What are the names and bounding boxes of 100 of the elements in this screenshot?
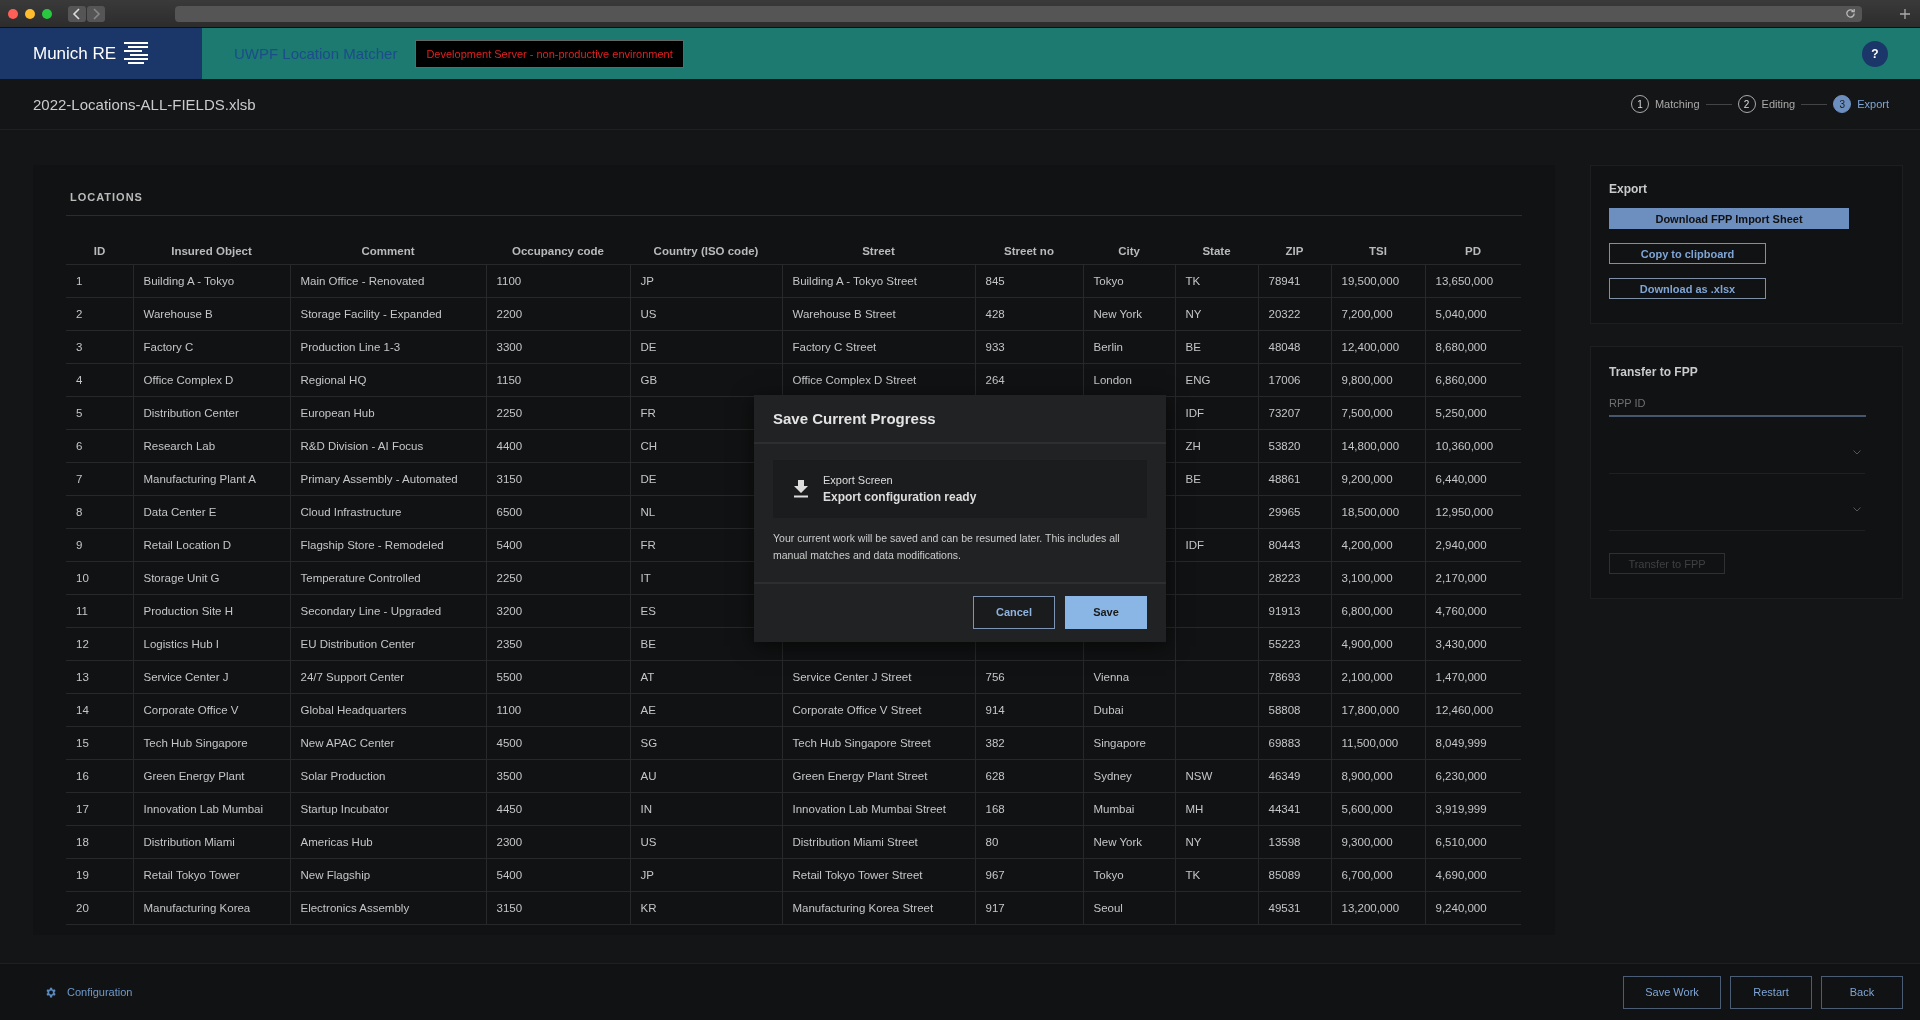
table-cell: Manufacturing Korea — [143, 902, 251, 914]
table-cell: Singapore — [1093, 737, 1146, 749]
column-header: ID — [66, 238, 133, 265]
table-cell: 20 — [76, 902, 89, 914]
table-cell: 15 — [76, 737, 89, 749]
panel-title: Export — [1609, 182, 1647, 196]
dialog-title: Save Current Progress — [754, 395, 1166, 444]
table-cell: Secondary Line - Upgraded — [300, 605, 442, 617]
table-cell: SG — [640, 737, 658, 749]
table-cell: 9,300,000 — [1341, 836, 1393, 848]
table-cell: 6,230,000 — [1435, 770, 1487, 782]
column-header: Country (ISO code) — [630, 238, 782, 265]
table-cell: 80 — [985, 836, 999, 848]
table-cell: 20322 — [1268, 308, 1301, 320]
table-cell: 6500 — [496, 506, 523, 518]
table-cell: 4,690,000 — [1435, 869, 1487, 881]
table-cell: New APAC Center — [300, 737, 395, 749]
table-cell: 2200 — [496, 308, 523, 320]
table-cell: Retail Tokyo Tower — [143, 869, 240, 881]
table-cell: 48861 — [1268, 473, 1301, 485]
table-cell: Factory C — [143, 341, 194, 353]
table-cell: Storage Unit G — [143, 572, 220, 584]
export-button[interactable]: Download FPP Import Sheet — [1609, 208, 1849, 229]
table-cell: 80443 — [1268, 539, 1301, 551]
back-icon[interactable] — [68, 5, 86, 22]
table-cell: ZH — [1185, 440, 1201, 452]
footer-button[interactable]: Save Work — [1623, 975, 1721, 1009]
table-cell: Global Headquarters — [300, 704, 407, 716]
table-cell: Tech Hub Singapore — [143, 737, 248, 749]
table-cell: 8 — [76, 506, 83, 518]
table-cell: 6,860,000 — [1435, 374, 1487, 386]
footer-button[interactable]: Restart — [1730, 975, 1812, 1009]
table-cell: 428 — [985, 308, 1005, 320]
table-cell: 1100 — [496, 275, 522, 287]
logo-text: Munich RE — [33, 43, 117, 64]
chevron-icon — [1853, 506, 1861, 512]
footer-button[interactable]: Back — [1821, 975, 1903, 1009]
table-cell: 8,900,000 — [1341, 770, 1393, 782]
table-cell: 967 — [985, 869, 1005, 881]
table-cell: 845 — [985, 275, 1005, 287]
forward-icon[interactable] — [87, 5, 105, 22]
table-cell: 2,940,000 — [1435, 539, 1487, 551]
table-cell: NL — [640, 506, 656, 518]
table-cell: JP — [640, 275, 654, 287]
table-cell: R&D Division - AI Focus — [300, 440, 424, 452]
table-cell: NSW — [1185, 770, 1213, 782]
table-cell: Sydney — [1093, 770, 1132, 782]
step[interactable]: 3 Export — [1833, 95, 1889, 113]
table-cell: AE — [640, 704, 656, 716]
reload-icon[interactable] — [1845, 8, 1856, 19]
table-cell: 6 — [76, 440, 83, 452]
table-cell: Green Energy Plant — [143, 770, 245, 782]
table-cell: TK — [1185, 275, 1201, 287]
table-cell: 3150 — [496, 902, 523, 914]
table-cell: 3,919,999 — [1435, 803, 1487, 815]
table-cell: JP — [640, 869, 654, 881]
table-cell: 5400 — [496, 539, 523, 551]
table-cell: Tokyo — [1093, 869, 1124, 881]
table-cell: 28223 — [1268, 572, 1301, 584]
table-cell: 14,800,000 — [1341, 440, 1400, 452]
export-button[interactable]: Download as .xlsx — [1609, 278, 1766, 299]
export-button[interactable]: Copy to clipboard — [1609, 243, 1766, 264]
table-cell: 933 — [985, 341, 1005, 353]
table-cell: 2250 — [496, 407, 523, 419]
step[interactable]: 1 Matching — [1630, 95, 1700, 113]
table-cell: 756 — [985, 671, 1005, 683]
table-cell: GB — [640, 374, 658, 386]
column-header: ZIP — [1258, 238, 1331, 265]
window-controls-icon[interactable] — [8, 8, 52, 19]
new-tab-icon[interactable] — [1900, 8, 1910, 19]
table-cell: TK — [1185, 869, 1201, 881]
configuration-link[interactable]: Configuration — [44, 985, 133, 999]
table-cell: Dubai — [1093, 704, 1124, 716]
table-cell: IN — [640, 803, 652, 815]
table-cell: 4400 — [496, 440, 523, 452]
cancel-button[interactable]: Cancel — [973, 595, 1055, 629]
table-cell: European Hub — [300, 407, 375, 419]
table-cell: 4,900,000 — [1341, 638, 1393, 650]
table-cell: 3 — [76, 341, 83, 353]
rpp-id-field[interactable]: RPP ID — [1609, 391, 1866, 417]
table-cell: 69883 — [1268, 737, 1301, 749]
table-cell: Storage Facility - Expanded — [300, 308, 442, 320]
save-button[interactable]: Save — [1065, 595, 1147, 629]
table-cell: 5,040,000 — [1435, 308, 1487, 320]
table-cell: Tokyo — [1093, 275, 1124, 287]
table-cell: Primary Assembly - Automated — [300, 473, 458, 485]
table-cell: Startup Incubator — [300, 803, 389, 815]
table-cell: Seoul — [1093, 902, 1123, 914]
table-cell: 19,500,000 — [1341, 275, 1400, 287]
table-cell: 85089 — [1268, 869, 1301, 881]
step[interactable]: 2 Editing — [1737, 95, 1796, 113]
table-cell: 914 — [985, 704, 1005, 716]
table-cell: 19 — [76, 869, 89, 881]
table-cell: 12,400,000 — [1341, 341, 1400, 353]
help-button[interactable]: ? — [1862, 40, 1888, 67]
table-cell: AT — [640, 671, 655, 683]
table-cell: 18,500,000 — [1341, 506, 1400, 518]
column-header: TSI — [1331, 238, 1425, 265]
table-cell: Research Lab — [143, 440, 216, 452]
table-cell: DE — [640, 341, 657, 353]
